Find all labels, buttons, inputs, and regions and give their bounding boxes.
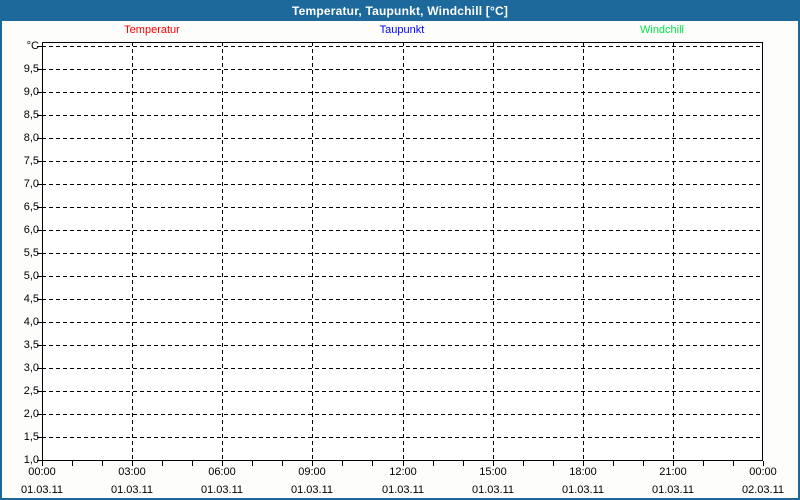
x-date-label: 02.03.11: [728, 484, 798, 496]
y-tick-label: 5,5: [2, 247, 39, 259]
x-date-label: 01.03.11: [277, 484, 347, 496]
y-tick-label: 6,0: [2, 224, 39, 236]
x-date-label: 01.03.11: [187, 484, 257, 496]
x-time-label: 06:00: [187, 466, 257, 478]
gridline-vertical: [132, 42, 133, 461]
gridline-vertical: [222, 42, 223, 461]
plot-area: [42, 42, 763, 461]
y-tick-label: 8,0: [2, 132, 39, 144]
legend-item-windchill: Windchill: [640, 24, 684, 37]
gridline-vertical: [312, 42, 313, 461]
x-time-label: 18:00: [548, 466, 618, 478]
x-time-label: 03:00: [97, 466, 167, 478]
y-tick-label: 3,0: [2, 362, 39, 374]
y-tick-label: 7,0: [2, 178, 39, 190]
x-date-label: 01.03.11: [97, 484, 167, 496]
x-time-label: 21:00: [638, 466, 708, 478]
gridline-vertical: [403, 42, 404, 461]
y-tick-label: 6,5: [2, 201, 39, 213]
y-axis-unit-label: °C: [2, 40, 39, 52]
y-tick-label: 8,5: [2, 109, 39, 121]
legend-item-taupunkt: Taupunkt: [380, 24, 425, 37]
y-tick-label: 9,5: [2, 63, 39, 75]
gridline-vertical: [583, 42, 584, 461]
x-date-label: 01.03.11: [7, 484, 77, 496]
x-time-label: 00:00: [728, 466, 798, 478]
chart-title-bar: Temperatur, Taupunkt, Windchill [°C]: [2, 2, 798, 21]
y-tick-label: 1,5: [2, 431, 39, 443]
x-date-label: 01.03.11: [458, 484, 528, 496]
x-time-label: 15:00: [458, 466, 528, 478]
y-tick-label: 7,5: [2, 155, 39, 167]
y-tick-label: 5,0: [2, 270, 39, 282]
y-tick-label: 4,5: [2, 293, 39, 305]
x-time-label: 00:00: [7, 466, 77, 478]
y-tick-label: 1,0: [2, 454, 39, 466]
x-time-label: 12:00: [368, 466, 438, 478]
y-tick-label: 3,5: [2, 339, 39, 351]
y-tick-label: 2,5: [2, 385, 39, 397]
y-tick-label: 2,0: [2, 408, 39, 420]
gridline-vertical: [493, 42, 494, 461]
x-date-label: 01.03.11: [368, 484, 438, 496]
gridline-vertical: [673, 42, 674, 461]
x-date-label: 01.03.11: [638, 484, 708, 496]
chart-title: Temperatur, Taupunkt, Windchill [°C]: [292, 4, 508, 18]
y-tick-label: 4,0: [2, 316, 39, 328]
y-tick-label: 9,0: [2, 86, 39, 98]
legend-item-temperatur: Temperatur: [124, 24, 180, 37]
chart-window: Temperatur, Taupunkt, Windchill [°C] Tem…: [0, 0, 800, 500]
x-date-label: 01.03.11: [548, 484, 618, 496]
x-time-label: 09:00: [277, 466, 347, 478]
